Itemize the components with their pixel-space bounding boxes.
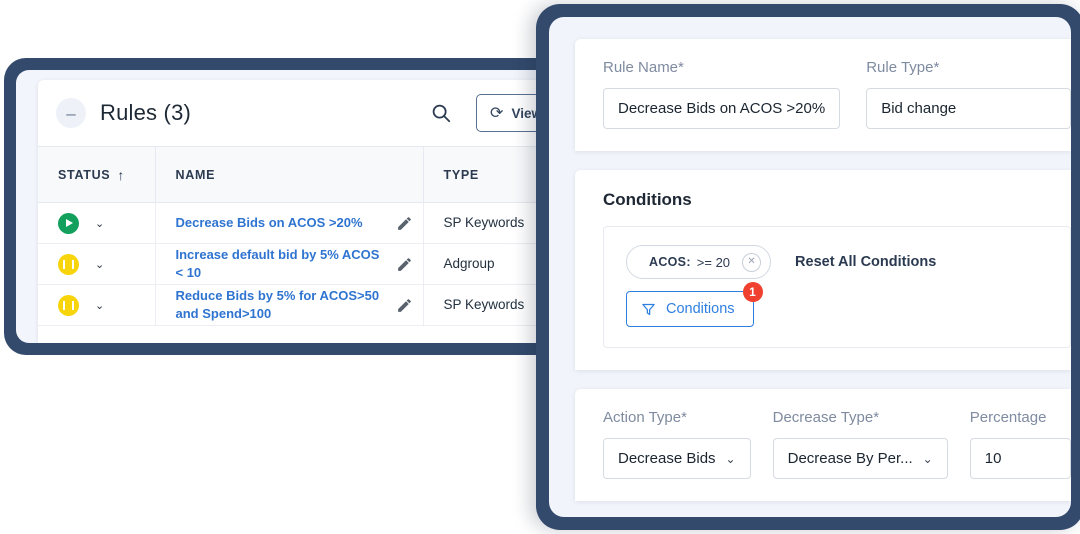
rule-name-link[interactable]: Increase default bid by 5% ACOS < 10 <box>176 246 388 282</box>
rule-editor-surface: Rule Name* Decrease Bids on ACOS >20% Ru… <box>549 17 1071 517</box>
conditions-card: Conditions ACOS: >= 20 ✕ Reset All Condi… <box>575 170 1071 370</box>
percentage-input-value: 10 <box>984 450 1002 467</box>
rule-name-input[interactable]: Decrease Bids on ACOS >20% <box>603 88 841 129</box>
rule-type-select-value: Bid change <box>881 100 957 117</box>
conditions-button-label: Conditions <box>666 301 735 317</box>
rule-type-label: Rule Type* <box>866 59 940 76</box>
column-header-name[interactable]: NAME <box>155 146 424 203</box>
cell-status: ⌄ <box>38 202 156 244</box>
basic-info-card: Rule Name* Decrease Bids on ACOS >20% Ru… <box>575 39 1071 151</box>
page-title: Rules (3) <box>100 100 192 125</box>
rule-name-label: Rule Name* <box>603 59 684 76</box>
rule-editor-window-frame: Rule Name* Decrease Bids on ACOS >20% Ru… <box>536 4 1080 530</box>
status-paused-icon[interactable] <box>58 253 79 275</box>
collapse-toggle-button[interactable]: – <box>56 98 86 128</box>
refresh-icon: ⟳ <box>490 105 504 122</box>
conditions-button-wrapper: Conditions 1 <box>626 282 763 327</box>
sort-ascending-icon: ↑ <box>117 166 126 183</box>
action-type-label: Action Type* <box>603 409 687 426</box>
search-icon[interactable] <box>430 102 452 124</box>
status-running-icon[interactable] <box>58 212 79 234</box>
action-type-select[interactable]: Decrease Bids ⌄ <box>603 438 751 479</box>
status-paused-icon[interactable] <box>58 294 79 316</box>
reset-all-conditions-link[interactable]: Reset All Conditions <box>795 254 936 270</box>
chevron-down-icon: ⌄ <box>922 451 933 466</box>
conditions-inner-box: ACOS: >= 20 ✕ Reset All Conditions Condi… <box>603 226 1071 348</box>
condition-chip-key: ACOS: <box>649 255 691 269</box>
action-card: Action Type* Decrease Bids ⌄ Decrease Ty… <box>575 389 1071 501</box>
rule-name-input-value: Decrease Bids on ACOS >20% <box>618 100 826 117</box>
condition-chip-acos[interactable]: ACOS: >= 20 ✕ <box>626 245 772 279</box>
rule-type-text: Adgroup <box>443 256 495 271</box>
column-header-status-label: STATUS <box>58 167 111 182</box>
rule-type-field-group: Rule Type* Bid change <box>866 59 1071 129</box>
screenshot-stage: – Rules (3) ⟳ View Executio <box>0 0 1080 534</box>
action-type-field-group: Action Type* Decrease Bids ⌄ <box>603 409 751 479</box>
conditions-button[interactable]: Conditions <box>626 291 754 327</box>
action-type-select-value: Decrease Bids <box>618 450 716 467</box>
minus-icon: – <box>66 103 76 123</box>
close-icon[interactable]: ✕ <box>742 252 762 272</box>
status-badge: 1 <box>742 282 763 302</box>
chevron-down-icon[interactable]: ⌄ <box>95 258 104 271</box>
rule-type-select[interactable]: Bid change <box>866 88 1071 129</box>
cell-name: Increase default bid by 5% ACOS < 10 <box>155 243 424 285</box>
rule-name-link[interactable]: Decrease Bids on ACOS >20% <box>176 214 388 232</box>
cell-name: Decrease Bids on ACOS >20% <box>155 202 424 244</box>
chevron-down-icon: ⌄ <box>725 451 736 466</box>
edit-pencil-icon[interactable] <box>396 297 413 314</box>
percentage-field-group: Percentage 10 <box>969 409 1071 479</box>
cell-name: Reduce Bids by 5% for ACOS>50 and Spend>… <box>155 284 424 326</box>
edit-pencil-icon[interactable] <box>396 215 413 232</box>
condition-chip-value: >= 20 <box>696 254 731 270</box>
cell-status: ⌄ <box>38 243 156 285</box>
edit-pencil-icon[interactable] <box>396 256 413 273</box>
column-header-status[interactable]: STATUS ↑ <box>38 146 156 203</box>
chevron-down-icon[interactable]: ⌄ <box>95 217 104 230</box>
column-header-type-label: TYPE <box>443 167 479 182</box>
decrease-type-select-value: Decrease By Per... <box>787 450 913 467</box>
chevron-down-icon[interactable]: ⌄ <box>95 299 104 312</box>
funnel-icon <box>641 302 656 317</box>
percentage-input[interactable]: 10 <box>969 438 1071 479</box>
decrease-type-select[interactable]: Decrease By Per... ⌄ <box>772 438 948 479</box>
rule-type-text: SP Keywords <box>443 297 525 312</box>
rule-name-link[interactable]: Reduce Bids by 5% for ACOS>50 and Spend>… <box>176 287 388 323</box>
conditions-section-title: Conditions <box>603 190 692 209</box>
decrease-type-field-group: Decrease Type* Decrease By Per... ⌄ <box>772 409 948 479</box>
percentage-label: Percentage <box>969 409 1047 426</box>
rule-type-text: SP Keywords <box>443 215 525 230</box>
rule-name-field-group: Rule Name* Decrease Bids on ACOS >20% <box>603 59 841 129</box>
cell-status: ⌄ <box>38 284 156 326</box>
decrease-type-label: Decrease Type* <box>772 409 880 426</box>
column-header-name-label: NAME <box>175 167 216 182</box>
